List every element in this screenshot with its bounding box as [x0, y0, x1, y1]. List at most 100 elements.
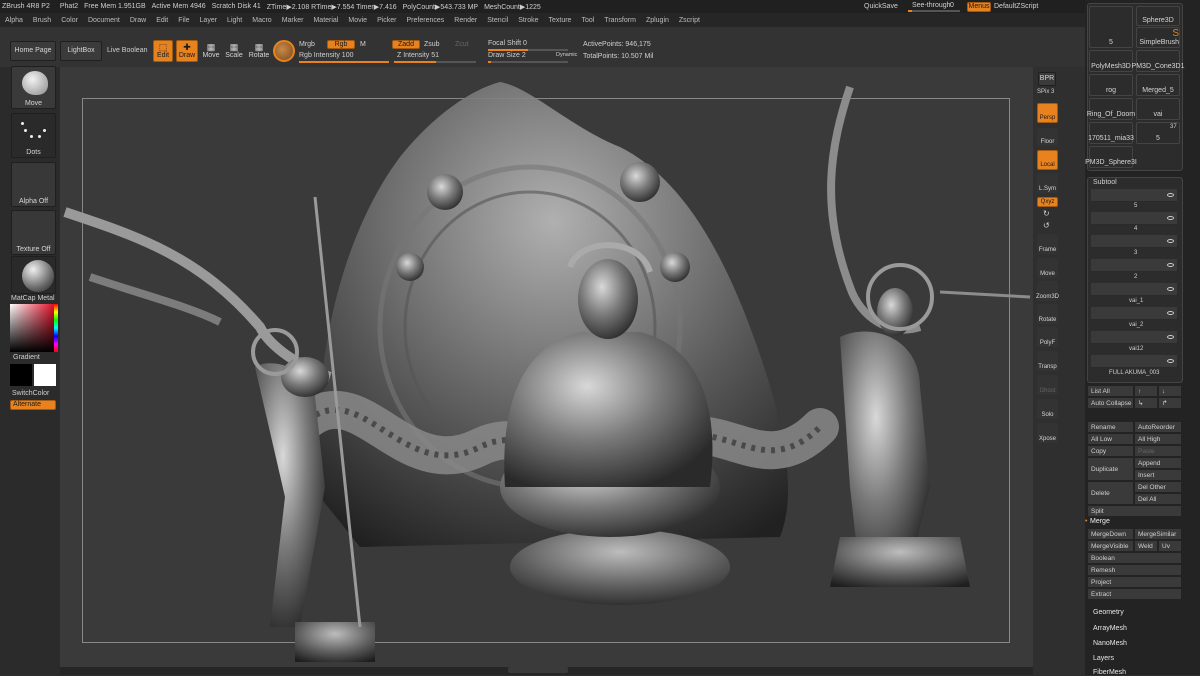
move-brush-button[interactable]: Move [11, 66, 56, 109]
menu-zplugin[interactable]: Zplugin [646, 17, 669, 24]
tool-thumb-pm3d-cone[interactable]: PM3D_Cone3D1 [1132, 50, 1184, 72]
extract-button[interactable]: Extract [1088, 589, 1181, 599]
menu-render[interactable]: Render [454, 17, 477, 24]
menu-edit[interactable]: Edit [156, 17, 168, 24]
main-color-swatch[interactable] [10, 364, 32, 386]
subtool-row[interactable] [1091, 331, 1177, 344]
subtool-title[interactable]: Subtool [1093, 179, 1117, 186]
solo-button[interactable]: Solo [1037, 399, 1058, 419]
menu-movie[interactable]: Movie [348, 17, 367, 24]
see-through-slider[interactable] [908, 10, 960, 12]
stroke-dots-button[interactable]: Dots [11, 113, 56, 158]
rotate-y-icon[interactable]: ↺ [1043, 221, 1050, 230]
eye-icon[interactable] [1167, 287, 1174, 291]
rotate-axis-icon[interactable]: ↻ [1043, 209, 1050, 218]
move-view-button[interactable]: Move [1037, 258, 1058, 278]
menu-tool[interactable]: Tool [581, 17, 594, 24]
canvas-bottom-bar[interactable] [60, 667, 1033, 675]
project-button[interactable]: Project [1088, 577, 1181, 587]
merge-down-button[interactable]: MergeDown [1088, 529, 1133, 539]
layers-subpalette[interactable]: Layers [1093, 655, 1114, 662]
transp-button[interactable]: Transp [1037, 351, 1058, 371]
lightbox-button[interactable]: LightBox [60, 41, 102, 61]
arrow-right-button[interactable]: ↱ [1159, 398, 1181, 408]
merge-similar-button[interactable]: MergeSimilar [1135, 529, 1181, 539]
tool-thumb-sphere3d[interactable]: Sphere3D [1136, 6, 1180, 26]
edit-button[interactable]: ⬚ Edit [153, 40, 173, 62]
xyz-button[interactable]: Qxyz [1037, 197, 1058, 207]
insert-button[interactable]: Insert [1135, 470, 1181, 480]
menu-picker[interactable]: Picker [377, 17, 396, 24]
copy-button[interactable]: Copy [1088, 446, 1133, 456]
zadd-button[interactable]: Zadd [392, 40, 420, 49]
home-page-button[interactable]: Home Page [10, 41, 56, 61]
lsym-button[interactable]: L.Sym [1037, 173, 1058, 193]
arraymesh-subpalette[interactable]: ArrayMesh [1093, 625, 1127, 632]
xpose-button[interactable]: Xpose [1037, 423, 1058, 443]
floor-button[interactable]: Floor [1037, 128, 1058, 146]
local-button[interactable]: Local [1037, 150, 1058, 170]
geometry-subpalette[interactable]: Geometry [1093, 609, 1124, 616]
subtool-row[interactable] [1091, 259, 1177, 272]
bpr-button[interactable]: BPR [1038, 72, 1056, 86]
subtool-row[interactable] [1091, 283, 1177, 296]
uv-button[interactable]: Uv [1159, 541, 1181, 551]
menu-file[interactable]: File [178, 17, 189, 24]
merge-visible-button[interactable]: MergeVisible [1088, 541, 1133, 551]
zcut-button[interactable]: Zcut [455, 41, 469, 48]
menu-transform[interactable]: Transform [604, 17, 636, 24]
subtool-row[interactable] [1091, 189, 1177, 202]
subtool-row[interactable] [1091, 212, 1177, 225]
tool-thumb-ring-of-doom[interactable]: Ring_Of_Doom [1087, 98, 1135, 120]
menu-stencil[interactable]: Stencil [487, 17, 508, 24]
spix-label[interactable]: SPix 3 [1037, 89, 1054, 95]
tool-thumb-merged5[interactable]: Merged_5 [1136, 74, 1180, 96]
menu-brush[interactable]: Brush [33, 17, 51, 24]
merge-section-title[interactable]: Merge [1090, 518, 1110, 525]
switch-color-button[interactable]: SwitchColor [12, 390, 49, 397]
zsub-button[interactable]: Zsub [424, 41, 440, 48]
focal-shift-slider[interactable] [488, 49, 568, 51]
tool-thumb-polymesh3d[interactable]: PolyMesh3D [1089, 50, 1133, 72]
menu-light[interactable]: Light [227, 17, 242, 24]
subtool-row[interactable] [1091, 235, 1177, 248]
menu-alpha[interactable]: Alpha [5, 17, 23, 24]
move-up-button[interactable]: ↑ [1135, 386, 1157, 396]
tool-thumb-vai[interactable]: vai [1136, 98, 1180, 120]
all-high-button[interactable]: All High [1135, 434, 1181, 444]
default-zscript[interactable]: DefaultZScript [994, 3, 1038, 10]
rename-button[interactable]: Rename [1088, 422, 1133, 432]
menu-marker[interactable]: Marker [282, 17, 304, 24]
frame-button[interactable]: Frame [1037, 234, 1058, 254]
dynamic-button[interactable]: Dynamic [556, 52, 577, 58]
rgb-intensity-slider[interactable] [299, 61, 389, 63]
material-button[interactable] [11, 256, 56, 294]
live-boolean-button[interactable]: Live Boolean [107, 47, 147, 54]
hue-strip[interactable] [54, 304, 58, 352]
subtool-row[interactable] [1091, 307, 1177, 320]
z-intensity-slider[interactable] [394, 61, 476, 63]
alpha-button[interactable]: Alpha Off [11, 162, 56, 207]
material-sphere-icon[interactable] [273, 40, 295, 62]
draw-size-slider[interactable] [488, 61, 568, 63]
menus-button[interactable]: Menus [967, 2, 991, 12]
secondary-color-swatch[interactable] [34, 364, 56, 386]
eye-icon[interactable] [1167, 359, 1174, 363]
color-picker[interactable] [10, 304, 54, 352]
subtool-row[interactable] [1091, 355, 1177, 368]
tool-thumb-rog[interactable]: rog [1089, 74, 1133, 96]
texture-button[interactable]: Texture Off [11, 210, 56, 255]
polyf-button[interactable]: PolyF [1037, 327, 1058, 347]
nanomesh-subpalette[interactable]: NanoMesh [1093, 640, 1127, 647]
zoom3d-button[interactable]: Zoom3D [1036, 281, 1059, 301]
move-button[interactable]: ▦ Move [201, 40, 221, 62]
auto-collapse-button[interactable]: Auto Collapse [1088, 398, 1133, 408]
duplicate-button[interactable]: Duplicate [1088, 458, 1133, 480]
tool-thumb-5[interactable]: 5 [1089, 6, 1133, 48]
tool-thumb-pm3d-sphere[interactable]: PM3D_Sphere3I [1085, 146, 1137, 168]
ghost-button[interactable]: Ghost [1037, 375, 1058, 395]
menu-texture[interactable]: Texture [548, 17, 571, 24]
menu-layer[interactable]: Layer [200, 17, 218, 24]
eye-icon[interactable] [1167, 263, 1174, 267]
del-other-button[interactable]: Del Other [1135, 482, 1181, 492]
